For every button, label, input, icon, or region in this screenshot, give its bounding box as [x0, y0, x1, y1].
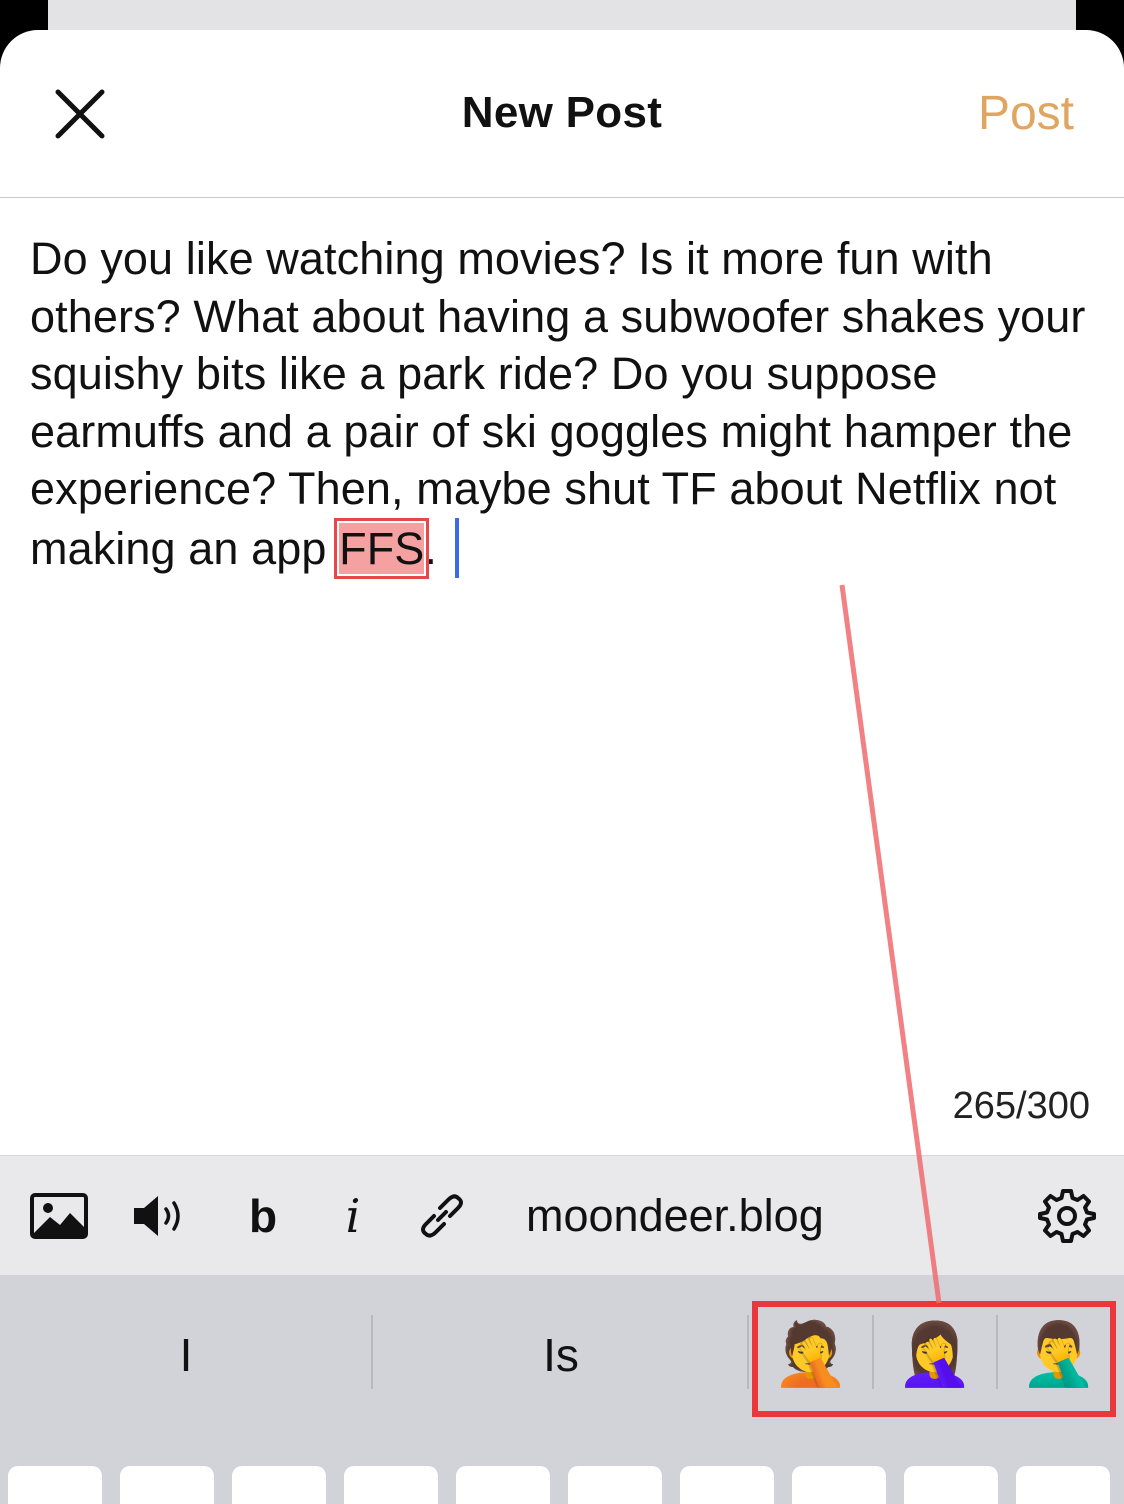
link-button[interactable]: [412, 1156, 472, 1276]
post-text-end: .: [424, 522, 438, 574]
key-q[interactable]: Q: [8, 1466, 102, 1504]
bold-button[interactable]: b: [236, 1156, 290, 1276]
image-icon: [30, 1193, 88, 1239]
suggestion-word[interactable]: Is: [374, 1315, 748, 1395]
key-r[interactable]: R: [344, 1466, 438, 1504]
speaker-icon: [134, 1196, 180, 1236]
post-text-editor[interactable]: Do you like watching movies? Is it more …: [30, 230, 1110, 579]
suggestion-divider: [747, 1315, 749, 1389]
suggestion-word[interactable]: I: [0, 1315, 372, 1395]
suggestion-divider: [371, 1315, 373, 1389]
key-t[interactable]: T: [456, 1466, 550, 1504]
key-e[interactable]: E: [232, 1466, 326, 1504]
bold-icon: b: [248, 1190, 278, 1242]
nav-bar: New Post Post: [0, 30, 1124, 198]
compose-sheet: New Post Post Do you like watching movie…: [0, 30, 1124, 1504]
key-u[interactable]: U: [680, 1466, 774, 1504]
key-y[interactable]: Y: [568, 1466, 662, 1504]
page-title: New Post: [461, 88, 663, 137]
key-p[interactable]: P: [1016, 1466, 1110, 1504]
emoji-callout-box: [752, 1301, 1116, 1417]
key-o[interactable]: O: [904, 1466, 998, 1504]
italic-button[interactable]: i: [330, 1156, 376, 1276]
character-counter: 265/300: [952, 1085, 1090, 1127]
link-icon: [421, 1194, 463, 1238]
post-text: Do you like watching movies? Is it more …: [30, 233, 1086, 574]
blog-domain-selector[interactable]: moondeer.blog: [526, 1156, 846, 1276]
text-caret: [455, 517, 460, 578]
audio-button[interactable]: [128, 1156, 192, 1276]
formatting-toolbar: b i moondeer.blog: [0, 1155, 1124, 1275]
gear-icon: [1038, 1189, 1096, 1243]
post-button[interactable]: Post: [978, 86, 1074, 141]
key-w[interactable]: W: [120, 1466, 214, 1504]
italic-icon: i: [345, 1189, 361, 1243]
key-i[interactable]: I: [792, 1466, 886, 1504]
settings-button[interactable]: [1036, 1156, 1098, 1276]
insert-image-button[interactable]: [28, 1156, 90, 1276]
highlighted-word: FFS: [334, 517, 430, 579]
